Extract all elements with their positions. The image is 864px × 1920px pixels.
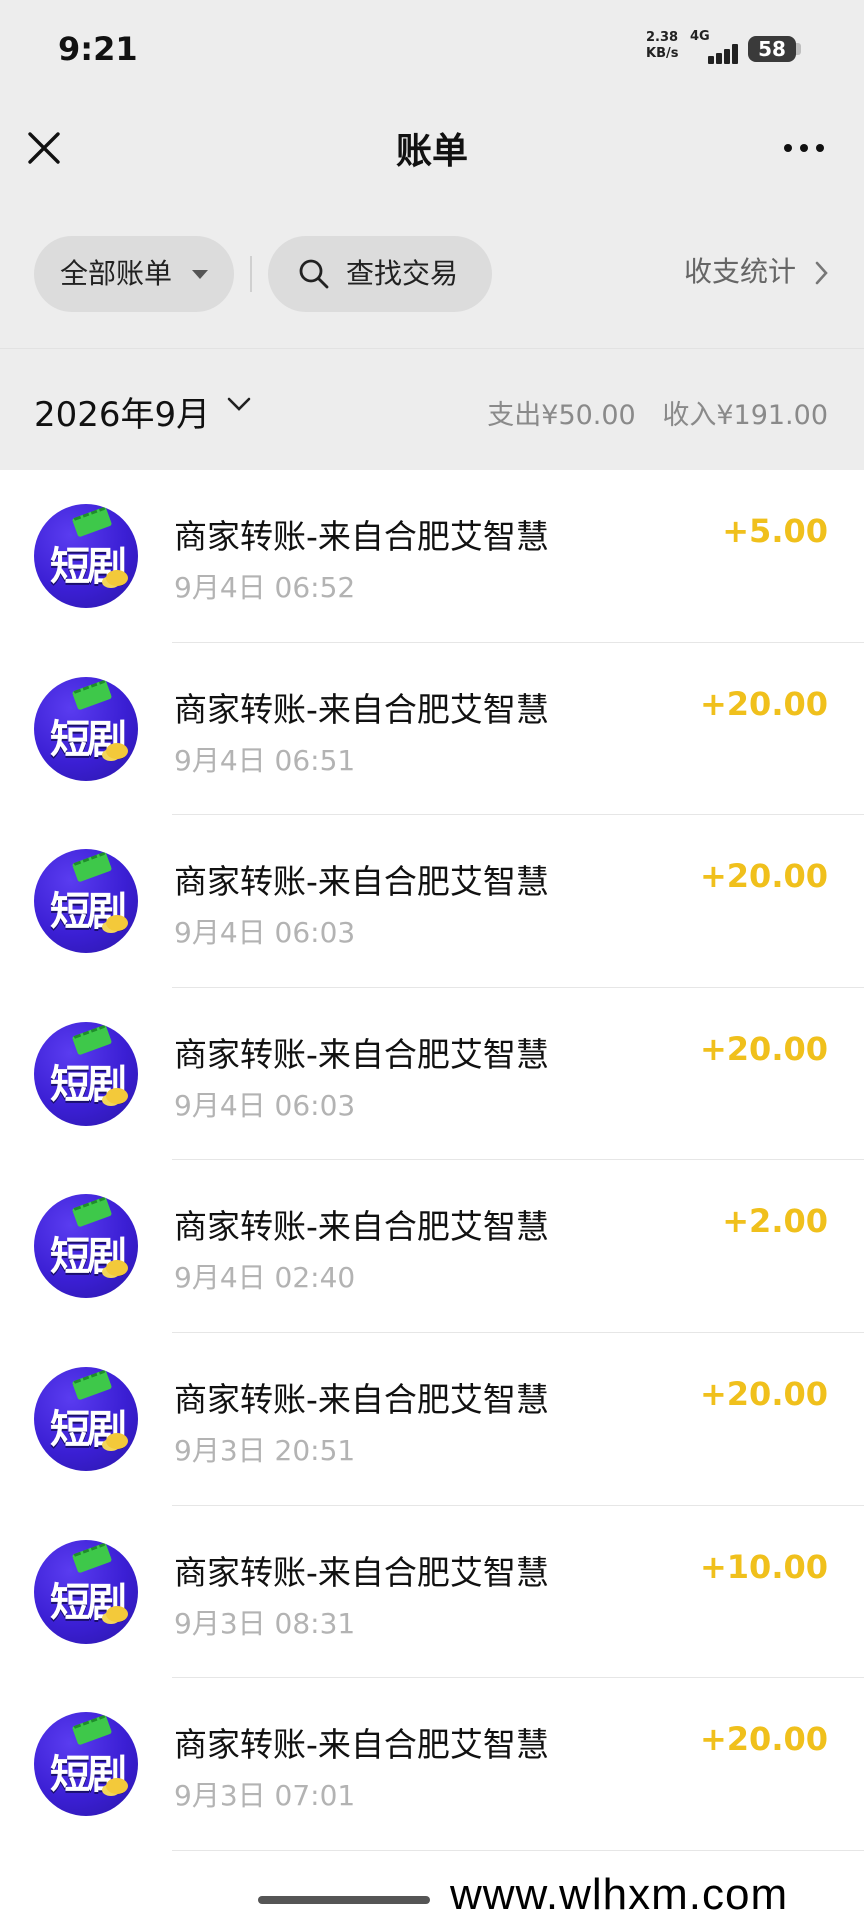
money-stack-icon xyxy=(71,679,113,711)
status-time: 9:21 xyxy=(58,30,138,68)
status-bar: 9:21 2.38 KB/s 4G 58 xyxy=(0,0,864,100)
month-summary: 支出¥50.00 收入¥191.00 xyxy=(487,393,828,432)
month-header: 2026年9月 支出¥50.00 收入¥191.00 xyxy=(0,348,864,470)
coin-icon xyxy=(106,742,128,759)
transaction-item[interactable]: 短剧 商家转账-来自合肥艾智慧 9月3日 07:01 +20.00 xyxy=(0,1678,864,1851)
money-stack-icon xyxy=(71,1542,113,1574)
transaction-title: 商家转账-来自合肥艾智慧 xyxy=(174,1034,549,1074)
money-stack-icon xyxy=(71,506,113,538)
watermark: www.wlhxm.com xyxy=(450,1870,789,1919)
filter-divider xyxy=(250,256,252,292)
transaction-amount: +20.00 xyxy=(699,1720,828,1759)
transaction-list: 短剧 商家转账-来自合肥艾智慧 9月4日 06:52 +5.00 短剧 商家转账-来自合肥… xyxy=(0,470,864,1851)
all-bills-filter[interactable]: 全部账单 xyxy=(34,236,234,312)
money-stack-icon xyxy=(71,851,113,883)
item-divider xyxy=(172,1849,864,1851)
stats-link[interactable]: 收支统计 xyxy=(684,252,828,292)
money-stack-icon xyxy=(71,1369,113,1401)
home-indicator xyxy=(258,1896,430,1904)
transaction-item[interactable]: 短剧 商家转账-来自合肥艾智慧 9月4日 02:40 +2.00 xyxy=(0,1160,864,1333)
merchant-avatar: 短剧 xyxy=(34,504,138,608)
money-stack-icon xyxy=(71,1024,113,1056)
transaction-title: 商家转账-来自合肥艾智慧 xyxy=(174,517,549,556)
transaction-time: 9月4日 06:03 xyxy=(174,1088,356,1122)
caret-down-icon xyxy=(192,270,208,279)
transaction-amount: +20.00 xyxy=(699,1029,828,1068)
coin-icon xyxy=(106,1605,128,1622)
battery-icon: 58 xyxy=(748,36,796,62)
transaction-time: 9月3日 20:51 xyxy=(174,1433,356,1467)
month-selector[interactable]: 2026年9月 xyxy=(34,387,210,436)
transaction-time: 9月3日 07:01 xyxy=(174,1779,356,1813)
transaction-time: 9月4日 06:52 xyxy=(174,571,356,604)
transaction-title: 商家转账-来自合肥艾智慧 xyxy=(174,1207,549,1247)
transaction-amount: +20.00 xyxy=(699,857,828,896)
transaction-item[interactable]: 短剧 商家转账-来自合肥艾智慧 9月4日 06:03 +20.00 xyxy=(0,815,864,988)
transaction-item[interactable]: 短剧 商家转账-来自合肥艾智慧 9月3日 20:51 +20.00 xyxy=(0,1332,864,1506)
transaction-item[interactable]: 短剧 商家转账-来自合肥艾智慧 9月4日 06:51 +20.00 xyxy=(0,642,864,816)
transaction-amount: +2.00 xyxy=(722,1202,828,1241)
network-type: 4G xyxy=(690,29,710,44)
merchant-avatar: 短剧 xyxy=(34,1539,138,1644)
transaction-amount: +5.00 xyxy=(722,512,828,550)
battery-tip xyxy=(796,43,801,55)
search-label: 查找交易 xyxy=(346,257,459,290)
chevron-down-icon[interactable] xyxy=(226,395,252,413)
search-icon xyxy=(299,259,329,289)
transaction-item[interactable]: 短剧 商家转账-来自合肥艾智慧 9月4日 06:03 +20.00 xyxy=(0,987,864,1161)
transaction-amount: +10.00 xyxy=(699,1547,828,1586)
search-transactions-button[interactable]: 查找交易 xyxy=(268,236,492,312)
coin-icon xyxy=(106,1087,128,1104)
signal-icon xyxy=(690,44,738,64)
month-income: 收入¥191.00 xyxy=(662,400,828,431)
transaction-amount: +20.00 xyxy=(699,1374,828,1413)
transaction-item[interactable]: 短剧 商家转账-来自合肥艾智慧 9月4日 06:52 +5.00 xyxy=(0,470,864,643)
more-icon xyxy=(784,144,792,152)
transaction-title: 商家转账-来自合肥艾智慧 xyxy=(174,1552,549,1592)
transaction-time: 9月4日 06:51 xyxy=(174,743,356,777)
transaction-time: 9月3日 08:31 xyxy=(174,1606,356,1640)
merchant-avatar: 短剧 xyxy=(34,1712,138,1817)
all-bills-label: 全部账单 xyxy=(60,257,173,290)
transaction-amount: +20.00 xyxy=(699,684,828,723)
merchant-avatar: 短剧 xyxy=(34,676,138,781)
stats-label: 收支统计 xyxy=(684,255,797,288)
more-button[interactable] xyxy=(776,130,832,166)
merchant-avatar: 短剧 xyxy=(34,1021,138,1126)
transaction-title: 商家转账-来自合肥艾智慧 xyxy=(174,862,549,902)
merchant-avatar: 短剧 xyxy=(34,1366,138,1471)
merchant-avatar: 短剧 xyxy=(34,1194,138,1299)
merchant-avatar: 短剧 xyxy=(34,849,138,954)
money-stack-icon xyxy=(71,1714,113,1746)
transaction-time: 9月4日 02:40 xyxy=(174,1261,356,1295)
coin-icon xyxy=(106,1432,128,1449)
transaction-item[interactable]: 短剧 商家转账-来自合肥艾智慧 9月3日 08:31 +10.00 xyxy=(0,1505,864,1679)
month-expense: 支出¥50.00 xyxy=(487,400,636,431)
money-stack-icon xyxy=(71,1196,113,1228)
transaction-title: 商家转账-来自合肥艾智慧 xyxy=(174,689,549,729)
page-title: 账单 xyxy=(395,131,468,172)
transaction-title: 商家转账-来自合肥艾智慧 xyxy=(174,1725,549,1765)
transaction-time: 9月4日 06:03 xyxy=(174,916,356,950)
transaction-title: 商家转账-来自合肥艾智慧 xyxy=(174,1379,549,1419)
coin-icon xyxy=(106,570,128,586)
chevron-right-icon xyxy=(815,261,828,285)
